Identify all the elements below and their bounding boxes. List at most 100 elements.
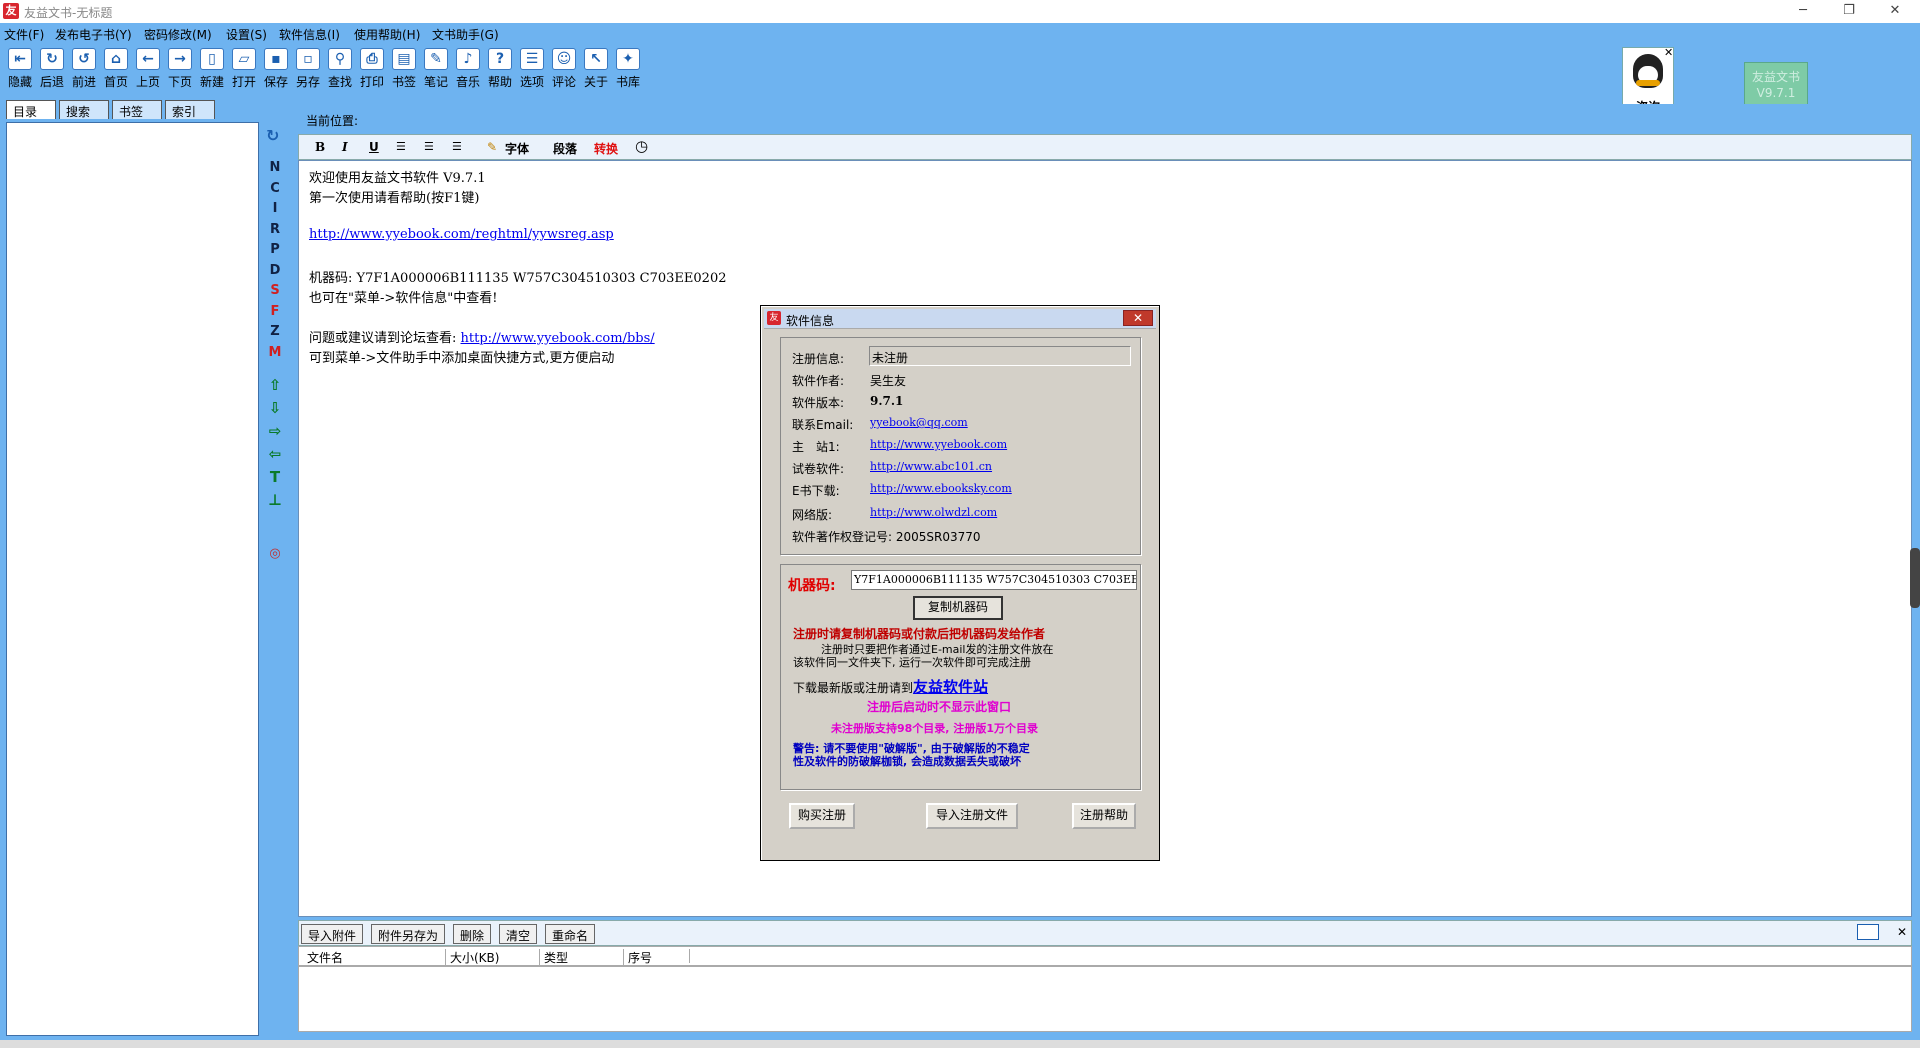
toolbar-button-8[interactable]: ▪ 保存	[261, 48, 291, 90]
menu-password[interactable]: 密码修改(M)	[144, 26, 212, 43]
toolbar-button-5[interactable]: → 下页	[165, 48, 195, 90]
forum-link[interactable]: http://www.yyebook.com/bbs/	[461, 331, 655, 346]
comment-icon: ☺	[552, 48, 576, 70]
underline-button[interactable]: U	[369, 140, 379, 154]
info-group: 注册信息: 未注册 软件作者: 吴生友 软件版本: 9.7.1 联系Email:…	[780, 337, 1141, 555]
toolbar-button-19[interactable]: ✦ 书库	[613, 48, 643, 90]
sidebar-letter-5[interactable]: D	[268, 263, 282, 278]
sidebar-arrow-icon-0[interactable]: ⇧	[268, 376, 282, 394]
paragraph-button[interactable]: 段落	[553, 140, 577, 157]
toolbar-button-10[interactable]: ⚲ 查找	[325, 48, 355, 90]
restore-button[interactable]: ❐	[1826, 0, 1872, 23]
editor-line: 机器码: Y7F1A000006B111135 W757C304510303 C…	[309, 271, 727, 286]
sidebar-letter-6[interactable]: S	[268, 283, 282, 298]
import-attachment-button[interactable]: 导入附件	[301, 924, 364, 944]
buy-register-button[interactable]: 购买注册	[789, 803, 855, 829]
save-attachment-as-button[interactable]: 附件另存为	[371, 924, 446, 944]
sidebar-arrow-icon-2[interactable]: ⇨	[268, 422, 282, 440]
toolbar-button-4[interactable]: ← 上页	[133, 48, 163, 90]
exam-link[interactable]: http://www.abc101.cn	[870, 460, 992, 473]
rename-attachment-button[interactable]: 重命名	[545, 924, 596, 944]
menu-settings[interactable]: 设置(S)	[226, 26, 267, 43]
tab-bookmarks[interactable]: 书签	[112, 100, 162, 119]
scroll-handle[interactable]	[1910, 548, 1920, 608]
sidebar-letter-2[interactable]: I	[268, 201, 282, 216]
email-link[interactable]: yyebook@qq.com	[870, 416, 968, 429]
toolbar-button-11[interactable]: ⎙ 打印	[357, 48, 387, 90]
register-link[interactable]: http://www.yyebook.com/reghtml/yywsreg.a…	[309, 227, 614, 242]
col-index[interactable]: 序号	[623, 949, 652, 966]
toolbar-button-2[interactable]: ↺ 前进	[69, 48, 99, 90]
register-group: 机器码: Y7F1A000006B111135 W757C304510303 C…	[780, 564, 1141, 790]
tab-search[interactable]: 搜索	[59, 100, 109, 119]
toolbar-button-15[interactable]: ? 帮助	[485, 48, 515, 90]
close-attachment-panel-icon[interactable]: ✕	[1897, 925, 1907, 939]
toolbar-button-7[interactable]: ▱ 打开	[229, 48, 259, 90]
sidebar-letter-8[interactable]: Z	[268, 324, 282, 339]
toolbar-button-12[interactable]: ▤ 书签	[389, 48, 419, 90]
toolbar-button-13[interactable]: ✎ 笔记	[421, 48, 451, 90]
extra-tool-icon[interactable]: ◎	[268, 546, 282, 561]
sidebar-arrow-icon-1[interactable]: ⇩	[268, 399, 282, 417]
author-value: 吴生友	[870, 374, 907, 388]
refresh-icon[interactable]: ↻	[266, 126, 284, 145]
menu-file[interactable]: 文件(F)	[4, 26, 44, 43]
menu-software-info[interactable]: 软件信息(I)	[279, 26, 340, 43]
find-icon: ⚲	[328, 48, 352, 70]
import-register-file-button[interactable]: 导入注册文件	[926, 803, 1018, 829]
col-size[interactable]: 大小(KB)	[445, 949, 499, 966]
sidebar-arrow-icon-3[interactable]: ⇦	[268, 445, 282, 463]
italic-button[interactable]: I	[342, 140, 348, 154]
sidebar-arrow-icon-5[interactable]: ⊥	[268, 491, 282, 509]
toolbar-button-0[interactable]: ⇤ 隐藏	[5, 48, 35, 90]
sidebar-letter-0[interactable]: N	[268, 160, 282, 175]
font-button[interactable]: 字体	[505, 140, 529, 157]
ebook-link[interactable]: http://www.ebooksky.com	[870, 482, 1012, 495]
sidebar-letter-9[interactable]: M	[268, 345, 282, 360]
delete-attachment-button[interactable]: 删除	[453, 924, 492, 944]
tab-catalog[interactable]: 目录	[6, 100, 56, 119]
download-site-link[interactable]: 友益软件站	[913, 678, 988, 696]
minimize-button[interactable]: ─	[1780, 0, 1826, 23]
toolbar-button-3[interactable]: ⌂ 首页	[101, 48, 131, 90]
toolbar-button-14[interactable]: ♪ 音乐	[453, 48, 483, 90]
view-mode-icon[interactable]	[1857, 924, 1879, 940]
sidebar-arrow-icon-4[interactable]: T	[268, 468, 282, 486]
sidebar-letter-3[interactable]: R	[268, 222, 282, 237]
brush-icon[interactable]: ✎	[487, 140, 497, 154]
machine-code-field[interactable]: Y7F1A000006B111135 W757C304510303 C703EE…	[851, 570, 1137, 590]
tab-index[interactable]: 索引	[165, 100, 215, 119]
net-link[interactable]: http://www.olwdzl.com	[870, 506, 997, 519]
catalog-tree[interactable]	[6, 122, 259, 1036]
exam-label: 试卷软件:	[792, 462, 845, 476]
menu-publish[interactable]: 发布电子书(Y)	[55, 26, 132, 43]
menu-help[interactable]: 使用帮助(H)	[354, 26, 420, 43]
col-type[interactable]: 类型	[539, 949, 568, 966]
clear-attachments-button[interactable]: 清空	[499, 924, 538, 944]
toolbar-button-16[interactable]: ☰ 选项	[517, 48, 547, 90]
close-window-button[interactable]: ✕	[1872, 0, 1918, 23]
sidebar-letter-1[interactable]: C	[268, 181, 282, 196]
convert-button[interactable]: 转换	[594, 140, 618, 157]
align-right-icon[interactable]: ☰	[452, 140, 462, 153]
qq-close-icon[interactable]: ✕	[1664, 46, 1673, 59]
menu-assistant[interactable]: 文书助手(G)	[432, 26, 499, 43]
open-icon: ▱	[232, 48, 256, 70]
dialog-close-button[interactable]: ✕	[1123, 310, 1153, 326]
align-center-icon[interactable]: ☰	[424, 140, 434, 153]
sidebar-letter-4[interactable]: P	[268, 242, 282, 257]
toolbar-button-6[interactable]: ▯ 新建	[197, 48, 227, 90]
toolbar-button-17[interactable]: ☺ 评论	[549, 48, 579, 90]
clock-icon[interactable]: ◷	[635, 137, 648, 155]
align-left-icon[interactable]: ☰	[396, 140, 406, 153]
toolbar-button-9[interactable]: ▫ 另存	[293, 48, 323, 90]
copy-machine-code-button[interactable]: 复制机器码	[913, 596, 1003, 620]
site-link[interactable]: http://www.yyebook.com	[870, 438, 1007, 451]
toolbar-button-18[interactable]: ↖ 关于	[581, 48, 611, 90]
register-help-button[interactable]: 注册帮助	[1072, 803, 1136, 829]
bold-button[interactable]: B	[315, 140, 325, 154]
sidebar-letter-7[interactable]: F	[268, 304, 282, 319]
toolbar-button-1[interactable]: ↻ 后退	[37, 48, 67, 90]
attachment-list[interactable]	[298, 966, 1912, 1032]
col-filename[interactable]: 文件名	[307, 949, 343, 966]
